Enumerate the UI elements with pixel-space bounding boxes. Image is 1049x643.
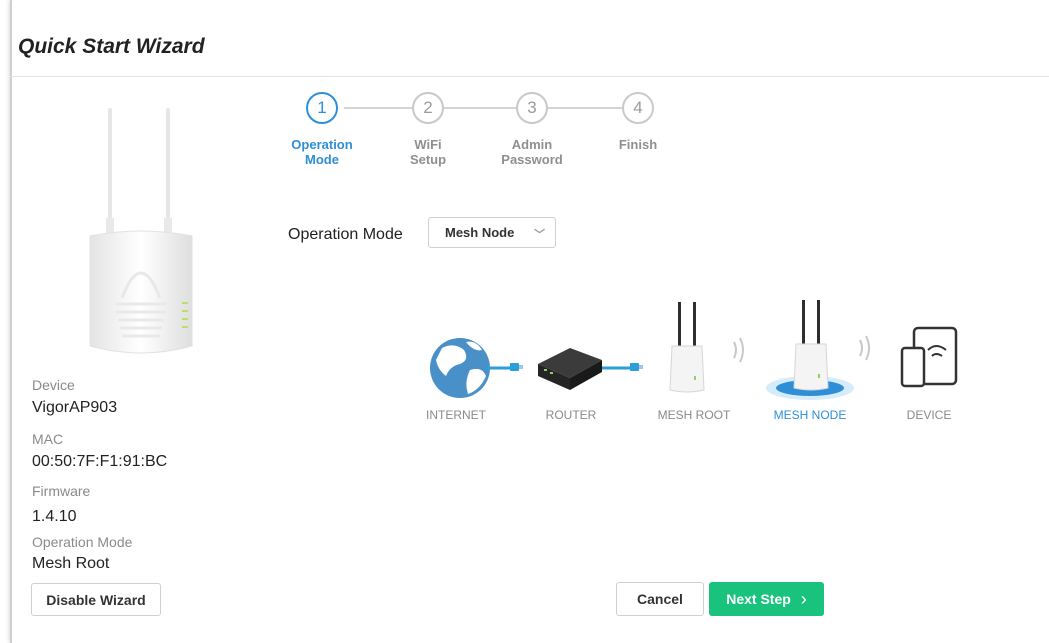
- step-2-label: WiFi Setup: [383, 137, 473, 167]
- diagram-label-device: DEVICE: [906, 408, 952, 422]
- page-title: Quick Start Wizard: [18, 35, 205, 58]
- step-2-indicator: 2: [412, 92, 444, 124]
- device-label: Device: [32, 377, 75, 393]
- step-2-label-line1: WiFi: [414, 137, 442, 152]
- mac-label: MAC: [32, 431, 64, 447]
- step-4-label: Finish: [593, 137, 683, 152]
- step-1-label-line1: Operation: [291, 137, 353, 152]
- next-step-label: Next Step: [726, 591, 791, 607]
- step-3-label-line2: Password: [501, 152, 563, 167]
- operation-mode-field-label: Operation Mode: [288, 226, 403, 243]
- operation-mode-value: Mesh Root: [32, 555, 110, 572]
- step-connector: [444, 107, 516, 109]
- firmware-label: Firmware: [32, 483, 91, 499]
- access-point-image: [89, 108, 193, 354]
- device-icon: [900, 326, 958, 388]
- step-3-indicator: 3: [516, 92, 548, 124]
- globe-icon: [430, 338, 490, 398]
- title-divider: [10, 76, 1049, 77]
- cancel-button[interactable]: Cancel: [616, 582, 704, 616]
- step-1-indicator: 1: [306, 92, 338, 124]
- step-4-indicator: 4: [622, 92, 654, 124]
- step-3-label: Admin Password: [487, 137, 577, 167]
- wifi-signal-icon: [733, 337, 744, 363]
- chevron-right-icon: ›: [800, 588, 807, 609]
- step-connector: [344, 107, 412, 109]
- step-1-label: Operation Mode: [277, 137, 367, 167]
- diagram-label-internet: INTERNET: [426, 408, 486, 422]
- step-1-label-line2: Mode: [305, 152, 339, 167]
- cable-icon: [486, 363, 523, 371]
- operation-mode-selected-value: Mesh Node: [445, 225, 515, 240]
- mac-value: 00:50:7F:F1:91:BC: [32, 453, 168, 470]
- cable-icon: [602, 363, 643, 371]
- mesh-root-icon: [669, 302, 705, 393]
- step-2-label-line2: Setup: [409, 152, 447, 167]
- diagram-label-router: ROUTER: [545, 408, 597, 422]
- operation-mode-label: Operation Mode: [32, 534, 133, 550]
- step-connector: [548, 107, 622, 109]
- disable-wizard-button[interactable]: Disable Wizard: [31, 583, 161, 616]
- step-4-label-line1: Finish: [618, 137, 658, 152]
- wifi-signal-icon: [859, 335, 870, 361]
- diagram-label-mesh-root: MESH ROOT: [657, 408, 731, 422]
- mesh-node-icon: [766, 300, 854, 400]
- router-icon: [538, 348, 602, 390]
- firmware-value: 1.4.10: [32, 508, 77, 525]
- step-3-label-line1: Admin: [511, 137, 553, 152]
- next-step-button[interactable]: Next Step ›: [709, 582, 824, 616]
- diagram-label-mesh-node: MESH NODE: [773, 408, 847, 422]
- operation-mode-select[interactable]: Mesh Node ﹀: [428, 217, 556, 248]
- device-value: VigorAP903: [32, 399, 118, 416]
- chevron-down-icon: ﹀: [534, 229, 545, 241]
